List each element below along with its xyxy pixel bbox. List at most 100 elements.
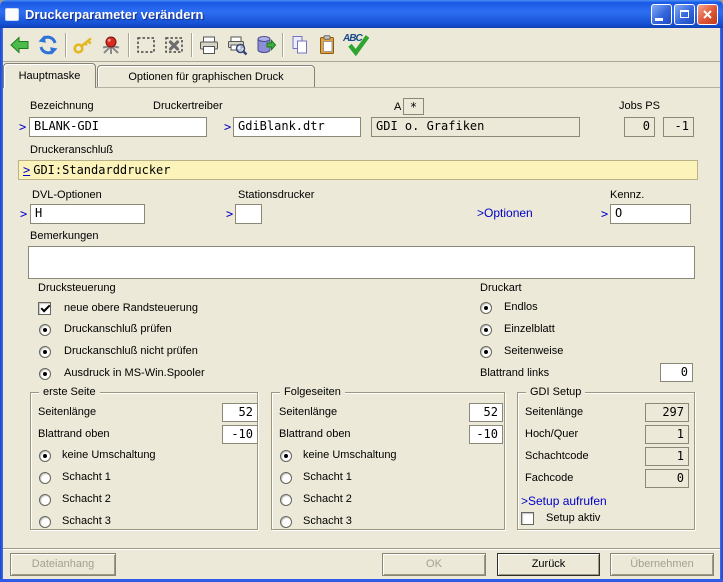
erste-seite-schacht1-label[interactable]: Schacht 1 [62,471,111,483]
gdi-seitenlaenge-field: 297 [645,403,689,422]
gdi-seitenlaenge-label: Seitenlänge [525,406,584,418]
kennz-input[interactable]: O [610,204,691,224]
erste-seite-schacht2-label[interactable]: Schacht 2 [62,493,111,505]
refresh-button[interactable] [34,31,62,59]
dvl-optionen-lookup-prompt[interactable]: > [20,207,27,221]
einzelblatt-label[interactable]: Einzelblatt [504,323,555,335]
copy-icon [292,35,307,53]
toolbar: ABC [3,28,720,62]
erste-seite-keine-umschaltung-label[interactable]: keine Umschaltung [62,449,156,461]
erste-seite-blattrand-oben-label: Blattrand oben [38,428,110,440]
print-icon [200,36,218,54]
erste-seite-blattrand-oben-input[interactable]: -10 [222,425,258,444]
seitenweise-radio[interactable] [480,346,492,358]
blattrand-links-input[interactable]: 0 [660,363,693,382]
pin-button[interactable] [97,31,125,59]
tab-label: Hauptmaske [18,70,81,82]
gdi-hoch-quer-label: Hoch/Quer [525,428,579,440]
export-data-button[interactable] [251,31,279,59]
folgeseiten-keine-umschaltung-label[interactable]: keine Umschaltung [303,449,397,461]
setup-aktiv-label[interactable]: Setup aktiv [546,512,600,524]
copy-button[interactable] [286,31,314,59]
folgeseiten-seitenlaenge-input[interactable]: 52 [469,403,503,422]
print-button[interactable] [195,31,223,59]
druckanschluss-pruefen-label[interactable]: Druckanschluß prüfen [64,323,172,335]
erste-seite-seitenlaenge-input[interactable]: 52 [222,403,258,422]
einzelblatt-radio[interactable] [480,324,492,336]
endlos-radio[interactable] [480,302,492,314]
tab-hauptmaske[interactable]: Hauptmaske [3,63,96,88]
seitenweise-label[interactable]: Seitenweise [504,345,563,357]
bemerkungen-input[interactable] [28,246,695,279]
folgeseiten-schacht3-radio[interactable] [280,516,292,528]
maximize-button[interactable] [674,3,695,25]
folgeseiten-blattrand-oben-label: Blattrand oben [279,428,351,440]
folgeseiten-keine-umschaltung-radio[interactable] [280,450,292,462]
toolbar-separator [65,32,66,57]
neue-randsteuerung-checkbox[interactable] [38,302,51,315]
back-button[interactable] [6,31,34,59]
titlebar[interactable]: Druckerparameter verändern [0,0,723,28]
optionen-link[interactable]: >Optionen [477,206,533,220]
back-icon [10,35,29,54]
druckeranschluss-lookup-prompt[interactable]: > [23,163,30,178]
kennz-lookup-prompt[interactable]: > [601,207,608,221]
print-preview-button[interactable] [223,31,251,59]
ms-win-spooler-label[interactable]: Ausdruck in MS-Win.Spooler [64,367,205,379]
druckanschluss-pruefen-radio[interactable] [39,324,51,336]
bezeichnung-input[interactable]: BLANK-GDI [29,117,207,137]
kennz-label: Kennz. [610,189,645,201]
erste-seite-schacht3-label[interactable]: Schacht 3 [62,515,111,527]
druckeranschluss-label: Druckeranschluß [30,144,114,156]
folgeseiten-schacht3-label[interactable]: Schacht 3 [303,515,352,527]
folgeseiten-seitenlaenge-label: Seitenlänge [279,406,338,418]
spellcheck-check-icon [348,34,369,56]
close-button[interactable] [697,3,718,25]
erste-seite-schacht3-radio[interactable] [39,516,51,528]
folgeseiten-blattrand-oben-input[interactable]: -10 [469,425,503,444]
zurueck-button[interactable]: Zurück [497,553,600,576]
druckanschluss-nicht-pruefen-radio[interactable] [39,346,51,358]
neue-randsteuerung-label[interactable]: neue obere Randsteuerung [64,302,198,314]
folgeseiten-title: Folgeseiten [280,386,345,398]
erste-seite-schacht2-radio[interactable] [39,494,51,506]
druckanschluss-nicht-pruefen-label[interactable]: Druckanschluß nicht prüfen [64,345,198,357]
folgeseiten-schacht2-radio[interactable] [280,494,292,506]
erste-seite-keine-umschaltung-radio[interactable] [39,450,51,462]
toolbar-separator [282,32,283,57]
erste-seite-schacht1-radio[interactable] [39,472,51,484]
print-preview-icon [228,36,248,55]
key-icon [73,37,92,54]
tab-label: Optionen für graphischen Druck [128,70,284,83]
bezeichnung-label: Bezeichnung [30,100,94,112]
ms-win-spooler-radio[interactable] [39,368,51,380]
setup-aktiv-checkbox[interactable] [521,512,534,525]
endlos-label[interactable]: Endlos [504,301,538,313]
dvl-optionen-label: DVL-Optionen [32,189,102,201]
folgeseiten-schacht1-label[interactable]: Schacht 1 [303,471,352,483]
paste-button[interactable] [314,31,342,59]
druckertreiber-lookup-prompt[interactable]: > [224,120,231,134]
a-kennzeichen-field: * [403,98,424,115]
druckeranschluss-input[interactable]: > GDI:Standarddrucker [18,160,698,180]
tab-optionen-graphischer-druck[interactable]: Optionen für graphischen Druck [97,65,315,87]
stationsdrucker-lookup-prompt[interactable]: > [226,207,233,221]
drucksteuerung-title: Drucksteuerung [38,282,116,294]
minimize-button[interactable] [651,3,672,25]
stationsdrucker-label: Stationsdrucker [238,189,315,201]
toolbar-separator [191,32,192,57]
folgeseiten-schacht2-label[interactable]: Schacht 2 [303,493,352,505]
stationsdrucker-input[interactable] [235,204,262,224]
setup-aufrufen-link[interactable]: >Setup aufrufen [521,494,607,508]
folgeseiten-schacht1-radio[interactable] [280,472,292,484]
clear-selection-button[interactable] [160,31,188,59]
key-button[interactable] [69,31,97,59]
dvl-optionen-input[interactable]: H [30,204,145,224]
a-kennzeichen-label: A [394,101,402,113]
bezeichnung-lookup-prompt[interactable]: > [19,120,26,134]
select-region-button[interactable] [132,31,160,59]
refresh-icon [38,34,58,55]
spellcheck-button[interactable]: ABC [342,31,370,59]
druckertreiber-input[interactable]: GdiBlank.dtr [233,117,361,137]
gdi-fachcode-field: 0 [645,469,689,488]
